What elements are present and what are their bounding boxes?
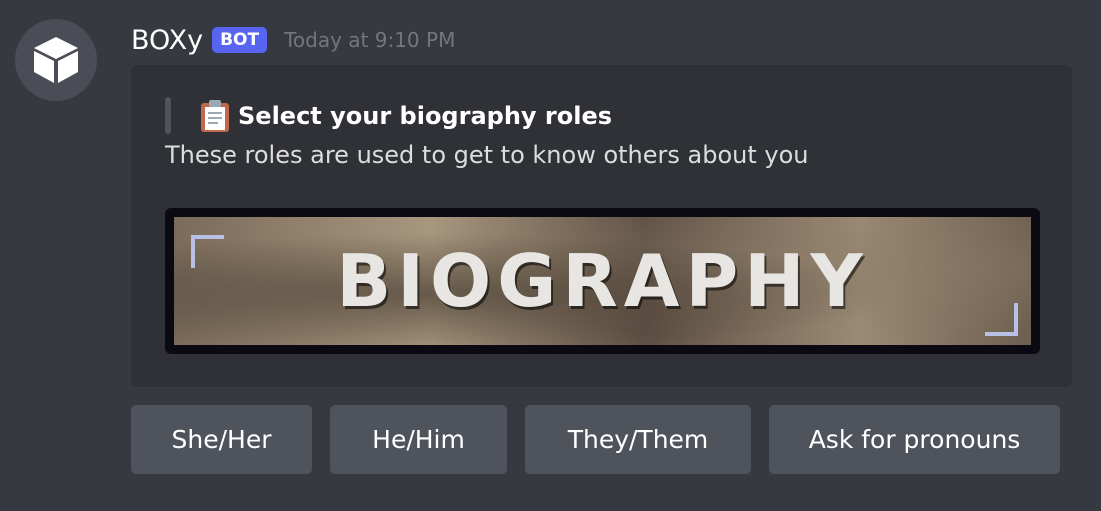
embed-accent-bar [165, 97, 171, 134]
message-header: BOXy BOT Today at 9:10 PM [131, 20, 455, 60]
embed-image[interactable]: BIOGRAPHY [165, 208, 1040, 354]
clipboard-icon [200, 99, 230, 133]
role-button-they-them[interactable]: They/Them [525, 405, 751, 474]
embed-image-banner: BIOGRAPHY [174, 217, 1031, 345]
role-button-he-him[interactable]: He/Him [330, 405, 507, 474]
embed-description: These roles are used to get to know othe… [165, 141, 809, 169]
banner-text: BIOGRAPHY [336, 239, 869, 323]
embed: Select your biography roles These roles … [131, 65, 1072, 387]
cube-icon [34, 37, 78, 83]
embed-title: Select your biography roles [200, 99, 612, 133]
message-timestamp: Today at 9:10 PM [284, 28, 456, 52]
role-button-she-her[interactable]: She/Her [131, 405, 312, 474]
bot-badge: BOT [212, 27, 268, 53]
button-row: She/Her He/Him They/Them Ask for pronoun… [131, 405, 1060, 474]
role-button-ask-for-pronouns[interactable]: Ask for pronouns [769, 405, 1060, 474]
author-name[interactable]: BOXy [131, 25, 203, 56]
avatar[interactable] [15, 19, 97, 101]
embed-title-text: Select your biography roles [238, 102, 613, 130]
